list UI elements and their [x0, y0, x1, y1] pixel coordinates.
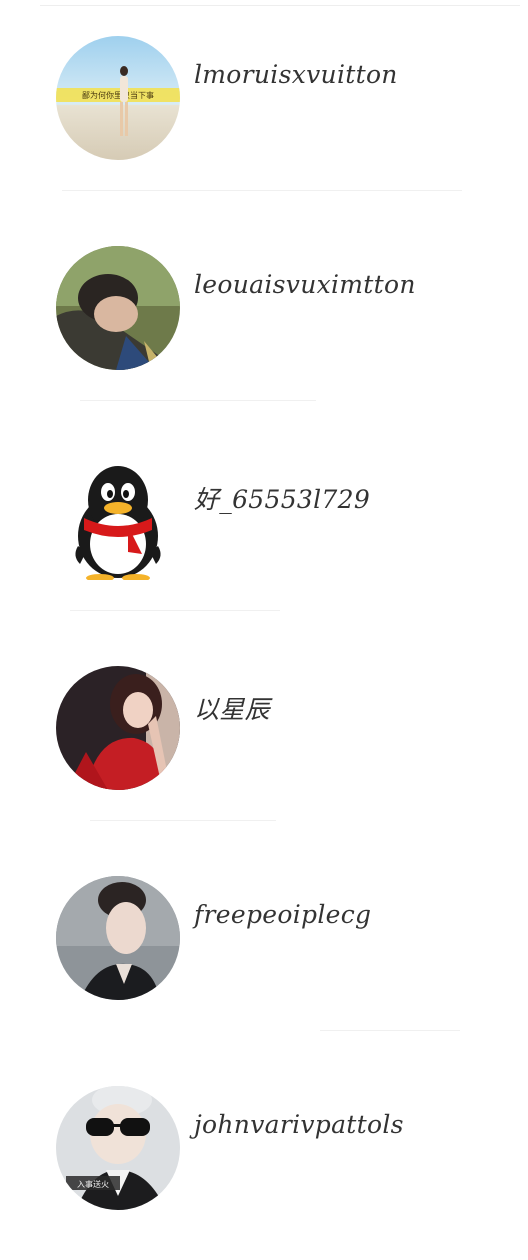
row-divider — [70, 610, 280, 611]
row-divider — [320, 1030, 460, 1031]
contact-row[interactable]: 好_65553l729 — [0, 420, 528, 630]
contact-row[interactable]: 鄙为何你里只当下事 lmoruisxvuitton — [0, 0, 528, 210]
contact-row[interactable]: leouaisvuximtton — [0, 210, 528, 420]
row-divider — [80, 400, 316, 401]
row-divider — [90, 820, 276, 821]
contact-name[interactable]: leouaisvuximtton — [194, 270, 416, 299]
contact-name[interactable]: johnvarivpattols — [194, 1110, 404, 1139]
contact-row[interactable]: freepeoiplecg — [0, 840, 528, 1050]
qq-penguin-avatar[interactable] — [56, 456, 180, 580]
contact-row[interactable]: 以星辰 — [0, 630, 528, 840]
young-man-photo-avatar[interactable] — [56, 246, 180, 370]
woman-red-dress-photo-avatar[interactable] — [56, 666, 180, 790]
contact-name[interactable]: lmoruisxvuitton — [194, 60, 398, 89]
contact-row[interactable]: 入事送火 johnvarivpattols — [0, 1050, 528, 1260]
beach-photo-avatar[interactable]: 鄙为何你里只当下事 — [56, 36, 180, 160]
contact-name[interactable]: 以星辰 — [194, 690, 270, 726]
avatar-tag: 入事送火 — [77, 1179, 109, 1189]
man-portrait-avatar[interactable] — [56, 876, 180, 1000]
contact-list: 鄙为何你里只当下事 lmoruisxvuitton leouaisvuximtt… — [0, 0, 528, 1238]
row-divider — [62, 190, 462, 191]
avatar-caption: 鄙为何你里只当下事 — [82, 90, 154, 100]
contact-name[interactable]: freepeoiplecg — [194, 900, 371, 929]
sunglasses-man-avatar[interactable]: 入事送火 — [56, 1086, 180, 1210]
contact-name[interactable]: 好_65553l729 — [194, 480, 370, 516]
